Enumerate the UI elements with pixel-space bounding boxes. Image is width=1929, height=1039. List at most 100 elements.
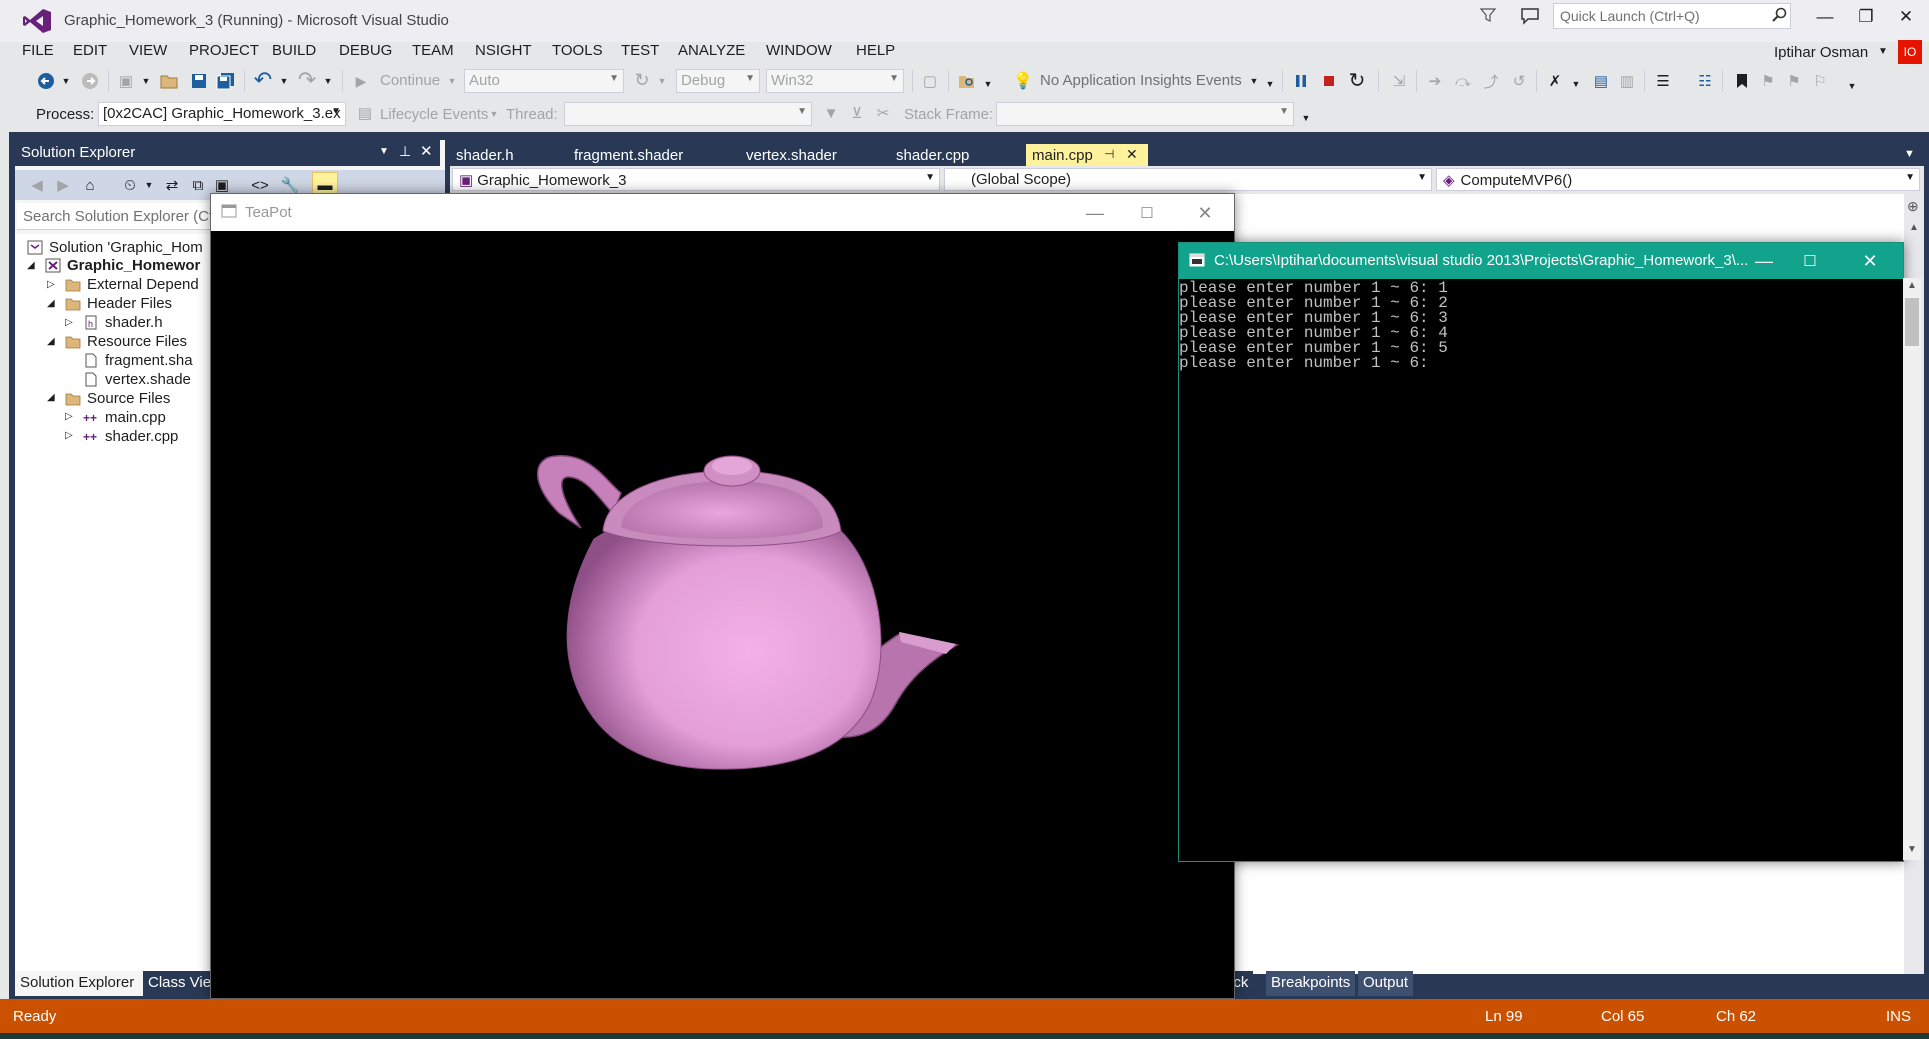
navigate-forward-icon[interactable] [80,70,100,92]
tab-main-cpp[interactable]: main.cpp ⊣ ✕ [1026,144,1148,168]
console-vertical-scrollbar[interactable]: ▲ ▼ [1903,278,1921,860]
tab-solution-explorer[interactable]: Solution Explorer [15,971,143,996]
close-button[interactable]: ✕ [1893,6,1919,28]
teapot-close-button[interactable]: ✕ [1182,200,1228,226]
tab-output[interactable]: Output [1358,971,1414,996]
menu-view[interactable]: VIEW [129,42,167,59]
menu-analyze[interactable]: ANALYZE [678,42,745,59]
minimize-button[interactable]: — [1812,6,1838,28]
panel-menu-chevron-down-icon[interactable]: ▼ [379,146,389,157]
scroll-down-chevron-icon[interactable]: ▼ [1907,844,1917,855]
menu-window[interactable]: WINDOW [766,42,832,59]
save-all-icon[interactable] [214,70,238,92]
console-maximize-button[interactable]: ☐ [1787,248,1833,274]
search-icon[interactable] [1772,7,1788,23]
restart-debugging-icon[interactable]: ↻ [1346,68,1368,92]
hex-display-icon[interactable]: ✗ [1544,70,1566,92]
pin-tab-icon[interactable]: ⊣ [1104,147,1114,161]
tab-fragment-shader[interactable]: fragment.shader [568,144,689,168]
find-dropdown-chevron-down-icon[interactable]: ▼ [982,76,994,92]
build-config-select[interactable]: Debug ▼ [676,69,760,93]
console-minimize-button[interactable]: — [1741,248,1787,274]
new-project-icon[interactable]: ▣ [116,70,136,92]
console-close-button[interactable]: ✕ [1847,248,1893,274]
tab-breakpoints[interactable]: Breakpoints [1266,971,1356,996]
menu-tools[interactable]: TOOLS [552,42,603,59]
tab-class-view[interactable]: Class Vie [143,971,220,996]
next-bookmark-icon[interactable]: ⚑ [1784,70,1804,92]
tab-overflow-chevron-down-icon[interactable]: ▼ [1904,148,1915,160]
close-tab-icon[interactable]: ✕ [1126,146,1138,163]
scroll-up-chevron-icon[interactable]: ▲ [1907,280,1917,291]
undo-icon[interactable]: ↶ [252,67,274,92]
previous-bookmark-icon[interactable]: ⚑ [1758,70,1778,92]
toolbar-overflow-chevron-down-icon[interactable]: ▼ [1264,76,1276,92]
save-icon[interactable] [188,70,210,92]
tab-vertex-shader[interactable]: vertex.shader [740,144,843,168]
collapse-arrow-icon[interactable]: ◢ [47,298,55,309]
member-select[interactable]: ◈ ComputeMVP6() ▼ [1436,168,1920,191]
clear-bookmarks-icon[interactable]: ⚐ [1810,70,1830,92]
continue-dropdown-chevron-down-icon[interactable]: ▼ [446,72,458,90]
forward-icon[interactable]: ▶ [53,174,73,196]
insights-dropdown-chevron-down-icon[interactable]: ▼ [1248,72,1260,90]
process-select[interactable]: [0x2CAC] Graphic_Homework_3.ex ▼ [98,102,346,126]
console-output[interactable]: please enter number 1 ~ 6: 1 please ente… [1179,279,1903,861]
teapot-maximize-button[interactable]: ☐ [1124,200,1170,226]
close-icon[interactable]: ✕ [420,142,433,160]
project-select[interactable]: ▣ Graphic_Homework_3 ▼ [452,168,940,191]
stack-frame-select[interactable]: ▼ [996,102,1294,126]
lifecycle-dropdown-chevron-down-icon[interactable]: ▼ [488,106,500,122]
step-over-icon[interactable]: ⤼ [1452,70,1474,92]
scope-select[interactable]: (Global Scope) ▼ [944,168,1432,191]
continue-play-icon[interactable]: ▶ [352,70,370,92]
callstack-icon[interactable]: ▥ [1616,70,1638,92]
step-out-icon[interactable]: ⤴ [1480,70,1502,92]
user-name[interactable]: Iptihar Osman [1774,44,1868,61]
application-insights-icon[interactable]: 💡 [1012,70,1034,92]
solution-config-select[interactable]: Auto ▼ [464,69,624,93]
pending-changes-filter-icon[interactable]: ⏲ [119,174,141,196]
teapot-window[interactable]: TeaPot — ☐ ✕ [210,193,1235,999]
user-avatar[interactable]: IO [1898,40,1922,64]
teapot-render-canvas[interactable] [211,231,1234,998]
platform-select[interactable]: Win32 ▼ [766,69,904,93]
uncomment-icon[interactable]: ☷ [1694,70,1716,92]
find-in-files-icon[interactable] [956,70,978,92]
sync-icon[interactable]: ⇄ [161,174,183,196]
feedback-icon[interactable] [1520,7,1540,25]
lifecycle-events-icon[interactable]: ▤ [354,102,376,124]
redo-dropdown-chevron-down-icon[interactable]: ▼ [322,72,334,90]
menu-file[interactable]: FILE [22,42,54,59]
menu-help[interactable]: HELP [856,42,895,59]
home-icon[interactable]: ⌂ [79,174,101,196]
restart-icon[interactable]: ↻ [632,68,652,92]
quick-launch-input[interactable]: Quick Launch (Ctrl+Q) [1553,3,1791,29]
bookmark-icon[interactable] [1732,70,1752,92]
tab-shader-cpp[interactable]: shader.cpp [890,144,975,168]
undo-dropdown-chevron-down-icon[interactable]: ▼ [278,72,290,90]
filter-dropdown-chevron-down-icon[interactable]: ▼ [143,176,155,194]
expand-arrow-icon[interactable]: ▷ [65,430,73,441]
stop-debugging-icon[interactable] [1318,70,1340,92]
show-next-statement-icon[interactable]: ⇲ [1388,70,1410,92]
split-editor-icon[interactable]: ⊕ [1907,198,1919,215]
console-window[interactable]: C:\Users\Iptihar\documents\visual studio… [1178,242,1904,862]
console-title-bar[interactable]: C:\Users\Iptihar\documents\visual studio… [1179,243,1903,279]
scroll-up-chevron-icon[interactable]: ▲ [1909,222,1919,233]
thread-select[interactable]: ▼ [564,102,812,126]
lifecycle-events-button[interactable]: Lifecycle Events [380,106,488,123]
notifications-filter-icon[interactable] [1480,7,1496,23]
menu-debug[interactable]: DEBUG [339,42,392,59]
collapse-arrow-icon[interactable]: ◢ [47,392,55,403]
flag-threads-icon[interactable]: ▼ [820,102,842,124]
navigate-back-icon[interactable] [36,70,56,92]
menu-build[interactable]: BUILD [272,42,316,59]
comment-out-icon[interactable]: ☰ [1652,70,1674,92]
maximize-button[interactable]: ❐ [1853,6,1879,28]
show-flagged-icon[interactable]: ⊻ [846,102,868,124]
application-insights-label[interactable]: No Application Insights Events [1040,72,1242,89]
user-menu-chevron-down-icon[interactable]: ▼ [1878,46,1888,57]
collapse-arrow-icon[interactable]: ◢ [47,336,55,347]
toolbar-overflow-chevron-down-icon[interactable]: ▼ [1846,78,1858,94]
